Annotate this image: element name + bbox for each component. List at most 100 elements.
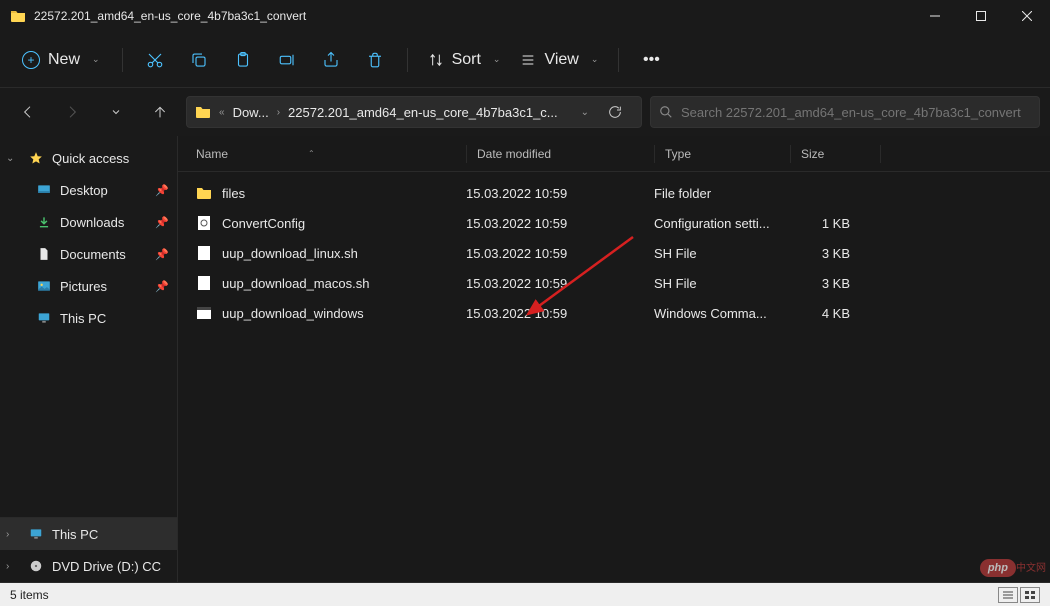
share-button[interactable] (311, 40, 351, 80)
sidebar-item-downloads[interactable]: Downloads 📌 (0, 206, 177, 238)
new-button[interactable]: + New ⌄ (12, 45, 110, 75)
column-date[interactable]: Date modified (466, 145, 654, 163)
file-row[interactable]: uup_download_macos.sh 15.03.2022 10:59 S… (178, 268, 1050, 298)
file-type: Windows Comma... (654, 306, 790, 321)
sort-button[interactable]: Sort ⌄ (420, 45, 509, 75)
file-size: 3 KB (790, 246, 880, 261)
view-button[interactable]: View ⌄ (512, 45, 606, 75)
sort-label: Sort (452, 51, 481, 69)
quick-access-section[interactable]: ⌄ Quick access (0, 142, 177, 174)
maximize-button[interactable] (958, 0, 1004, 32)
refresh-button[interactable] (597, 104, 633, 120)
chevron-down-icon[interactable]: ⌄ (581, 107, 589, 118)
file-name: ConvertConfig (222, 216, 305, 231)
copy-button[interactable] (179, 40, 219, 80)
column-size[interactable]: Size (790, 145, 880, 163)
up-button[interactable] (142, 94, 178, 130)
pc-icon (28, 526, 44, 542)
document-icon (36, 246, 52, 262)
window-controls (912, 0, 1050, 32)
file-type: File folder (654, 186, 790, 201)
search-input[interactable] (681, 105, 1031, 120)
sidebar-item-thispc[interactable]: This PC (0, 302, 177, 334)
sort-indicator-icon: ⌃ (308, 149, 315, 158)
sidebar-item-label: This PC (52, 527, 98, 542)
new-label: New (48, 51, 80, 69)
delete-button[interactable] (355, 40, 395, 80)
details-view-button[interactable] (998, 587, 1018, 603)
minimize-button[interactable] (912, 0, 958, 32)
file-icon (196, 245, 212, 261)
desktop-icon (36, 182, 52, 198)
file-type: SH File (654, 246, 790, 261)
address-bar[interactable]: « Dow... › 22572.201_amd64_en-us_core_4b… (186, 96, 642, 128)
sidebar-item-thispc-main[interactable]: › This PC (0, 518, 177, 550)
view-icon (520, 52, 536, 68)
file-date: 15.03.2022 10:59 (466, 276, 654, 291)
sidebar-item-label: This PC (60, 311, 106, 326)
search-icon (659, 105, 673, 119)
sidebar-item-pictures[interactable]: Pictures 📌 (0, 270, 177, 302)
column-end (880, 145, 891, 163)
config-icon (196, 215, 212, 231)
disc-icon (28, 558, 44, 574)
item-count: 5 items (10, 588, 49, 602)
chevron-down-icon: ⌄ (6, 153, 20, 164)
cut-button[interactable] (135, 40, 175, 80)
back-button[interactable] (10, 94, 46, 130)
file-date: 15.03.2022 10:59 (466, 186, 654, 201)
file-list[interactable]: files 15.03.2022 10:59 File folder Conve… (178, 172, 1050, 582)
pin-icon: 📌 (155, 248, 169, 261)
sidebar-item-label: DVD Drive (D:) CC (52, 559, 161, 574)
search-bar[interactable] (650, 96, 1040, 128)
file-row[interactable]: files 15.03.2022 10:59 File folder (178, 178, 1050, 208)
window-title: 22572.201_amd64_en-us_core_4b7ba3c1_conv… (34, 9, 912, 23)
thumbnails-view-button[interactable] (1020, 587, 1040, 603)
download-icon (36, 214, 52, 230)
file-row[interactable]: ConvertConfig 15.03.2022 10:59 Configura… (178, 208, 1050, 238)
close-button[interactable] (1004, 0, 1050, 32)
column-name[interactable]: Name⌃ (196, 147, 466, 161)
pin-icon: 📌 (155, 184, 169, 197)
file-date: 15.03.2022 10:59 (466, 216, 654, 231)
chevron-right-icon: › (277, 107, 280, 118)
rename-button[interactable] (267, 40, 307, 80)
separator (407, 48, 408, 72)
sidebar-item-desktop[interactable]: Desktop 📌 (0, 174, 177, 206)
file-type: SH File (654, 276, 790, 291)
sidebar-item-label: Pictures (60, 279, 107, 294)
file-name: uup_download_linux.sh (222, 246, 358, 261)
pin-icon: 📌 (155, 216, 169, 229)
explorer-window: 22572.201_amd64_en-us_core_4b7ba3c1_conv… (0, 0, 1050, 582)
more-button[interactable]: ••• (631, 40, 671, 80)
chevron-right-icon: › (6, 561, 20, 572)
file-row[interactable]: uup_download_linux.sh 15.03.2022 10:59 S… (178, 238, 1050, 268)
file-row[interactable]: uup_download_windows 15.03.2022 10:59 Wi… (178, 298, 1050, 328)
statusbar: 5 items (0, 582, 1050, 606)
recent-button[interactable] (98, 94, 134, 130)
chevron-down-icon: ⌄ (493, 54, 501, 65)
view-label: View (544, 51, 578, 69)
cmd-icon (196, 305, 212, 321)
folder-icon (10, 8, 26, 24)
column-type[interactable]: Type (654, 145, 790, 163)
sort-icon (428, 52, 444, 68)
forward-button[interactable] (54, 94, 90, 130)
separator (618, 48, 619, 72)
sidebar-item-label: Downloads (60, 215, 124, 230)
watermark-brand: php (980, 559, 1016, 577)
file-size: 4 KB (790, 306, 880, 321)
chevron-down-icon: ⌄ (591, 54, 599, 65)
file-date: 15.03.2022 10:59 (466, 306, 654, 321)
chevron-icon: « (219, 107, 225, 118)
body: ⌄ Quick access Desktop 📌 Downloads 📌 Doc… (0, 136, 1050, 582)
breadcrumb[interactable]: 22572.201_amd64_en-us_core_4b7ba3c1_c... (288, 105, 558, 120)
breadcrumb[interactable]: Dow... (233, 105, 269, 120)
sidebar: ⌄ Quick access Desktop 📌 Downloads 📌 Doc… (0, 136, 178, 582)
content-pane: Name⌃ Date modified Type Size files 15.0… (178, 136, 1050, 582)
navbar: « Dow... › 22572.201_amd64_en-us_core_4b… (0, 88, 1050, 136)
sidebar-item-documents[interactable]: Documents 📌 (0, 238, 177, 270)
paste-button[interactable] (223, 40, 263, 80)
file-name: uup_download_macos.sh (222, 276, 369, 291)
sidebar-item-dvd[interactable]: › DVD Drive (D:) CC (0, 550, 177, 582)
